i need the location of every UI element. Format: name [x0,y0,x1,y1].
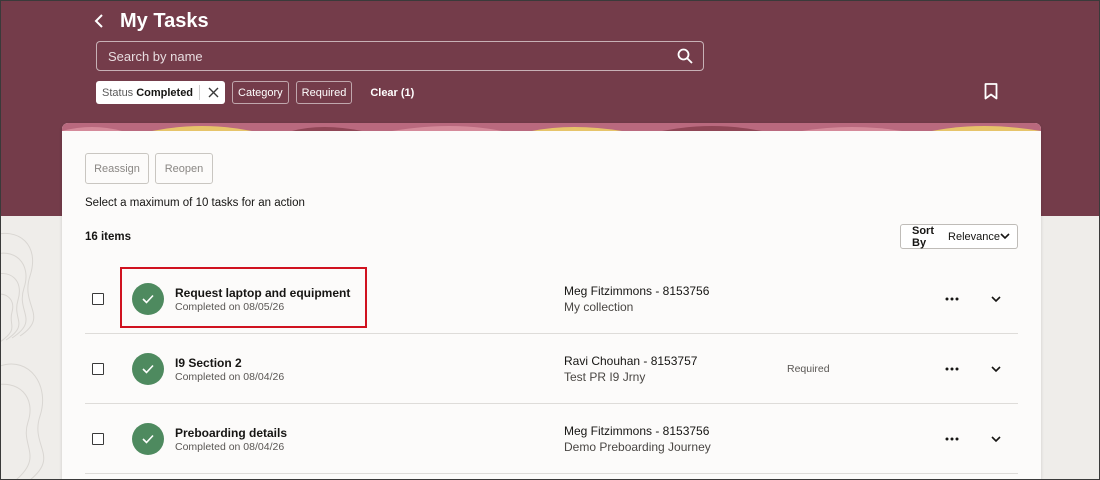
more-horizontal-icon[interactable] [942,429,962,449]
check-icon [142,434,154,444]
completed-status-icon [132,283,164,315]
chevron-left-icon [94,14,103,28]
chip-value: Completed [136,86,194,99]
bookmark-icon[interactable] [984,83,1000,101]
task-checkbox[interactable] [92,433,104,445]
chevron-down-icon[interactable] [986,289,1006,309]
selection-hint: Select a maximum of 10 tasks for an acti… [85,197,305,209]
task-journey: Test PR I9 Jrny [564,370,646,384]
background-decoration [0,216,70,480]
reassign-button[interactable]: Reassign [85,153,149,184]
task-journey: Demo Preboarding Journey [564,440,711,454]
completed-status-icon [132,353,164,385]
task-date: Completed on 08/04/26 [175,441,285,453]
category-filter-chip[interactable]: Category [232,81,289,104]
search-input[interactable] [97,42,667,70]
task-row[interactable]: I9 Section 2 Completed on 08/04/26 Ravi … [85,334,1018,404]
chevron-down-icon [1000,233,1010,240]
page-title: My Tasks [120,9,209,32]
filter-bar: Status Completed Category Required Clear… [96,81,414,104]
sort-label: Sort By [912,224,934,249]
more-horizontal-icon[interactable] [942,289,962,309]
task-name[interactable]: Preboarding details [175,426,287,440]
close-icon[interactable] [206,86,220,100]
task-assignee: Ravi Chouhan - 8153757 [564,354,698,368]
sort-dropdown[interactable]: Sort By Relevance [900,224,1018,249]
chip-divider [199,85,201,100]
task-name[interactable]: I9 Section 2 [175,356,242,370]
decorative-band [62,123,1041,131]
task-assignee: Meg Fitzimmons - 8153756 [564,284,710,298]
completed-status-icon [132,423,164,455]
task-date: Completed on 08/05/26 [175,301,285,313]
task-checkbox[interactable] [92,293,104,305]
tasks-card: Reassign Reopen Select a maximum of 10 t… [62,123,1041,480]
task-assignee: Meg Fitzimmons - 8153756 [564,424,710,438]
task-name[interactable]: Request laptop and equipment [175,286,350,300]
reopen-button[interactable]: Reopen [155,153,213,184]
required-filter-chip[interactable]: Required [295,81,353,104]
page-header: My Tasks [94,8,209,34]
status-filter-chip[interactable]: Status Completed [96,81,226,104]
task-date: Completed on 08/04/26 [175,371,285,383]
task-checkbox[interactable] [92,363,104,375]
check-icon [142,294,154,304]
chip-key: Status [102,86,134,99]
clear-filters-link[interactable]: Clear (1) [370,87,414,99]
task-journey: My collection [564,300,634,314]
task-row[interactable]: Preboarding details Completed on 08/04/2… [85,404,1018,474]
sort-value: Relevance [948,230,1000,243]
search-icon[interactable] [667,42,703,70]
check-icon [142,364,154,374]
task-row[interactable]: Request laptop and equipment Completed o… [85,264,1018,334]
chevron-down-icon[interactable] [986,359,1006,379]
item-count: 16 items [85,231,132,243]
required-tag: Required [787,363,830,375]
search-box[interactable] [96,41,704,71]
back-button[interactable] [94,9,108,33]
more-horizontal-icon[interactable] [942,359,962,379]
chevron-down-icon[interactable] [986,429,1006,449]
